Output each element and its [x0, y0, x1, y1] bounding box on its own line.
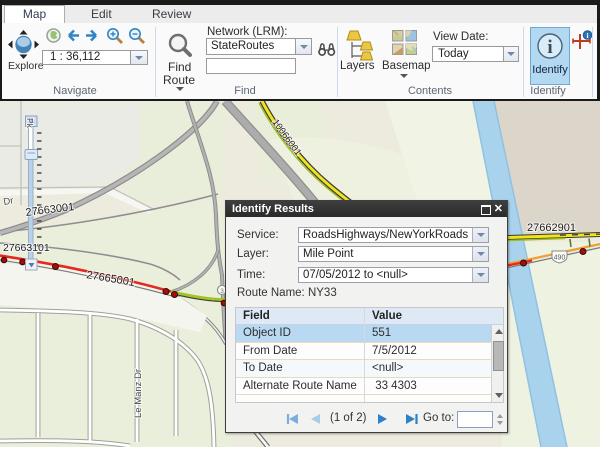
svg-text:Le Manz Dr: Le Manz Dr: [133, 369, 144, 418]
svg-text:i: i: [586, 31, 588, 40]
svg-text:3: 3: [220, 288, 224, 295]
svg-text:490: 490: [554, 255, 566, 262]
svg-text:Pk: Pk: [25, 118, 35, 129]
svg-text:27662901: 27662901: [527, 222, 576, 234]
svg-text:i: i: [547, 37, 552, 58]
svg-text:27663101: 27663101: [3, 242, 50, 254]
svg-text:Dr: Dr: [3, 195, 15, 208]
